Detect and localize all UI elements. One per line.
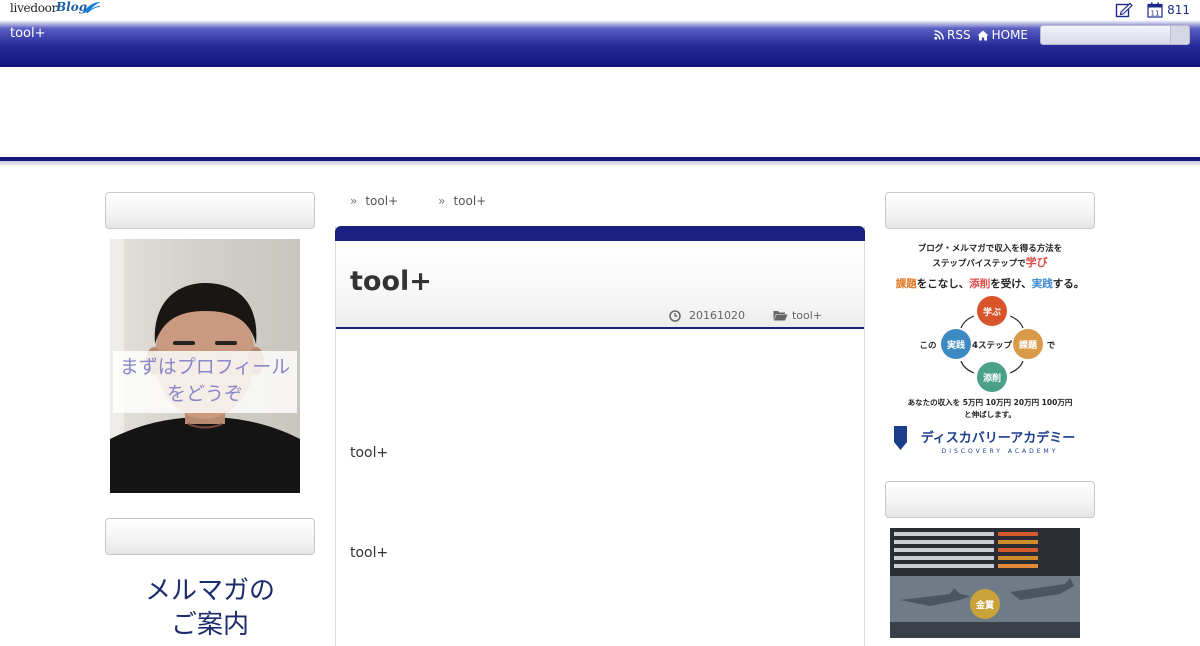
ad-line1: ブログ・メルマガで収入を得る方法を	[918, 243, 1063, 254]
livedoor-logo-text[interactable]: livedoor	[10, 1, 57, 15]
ad-brand-en: DISCOVERY ACADEMY	[942, 448, 1059, 455]
profile-image[interactable]: まずはプロフィール をどうぞ	[110, 239, 300, 493]
search-button[interactable]	[1170, 26, 1189, 44]
breadcrumb-separator: »	[438, 194, 446, 208]
mailmag-banner[interactable]: メルマガの ご案内	[105, 574, 315, 642]
header-nav: RSS HOME	[934, 25, 1190, 45]
rss-link[interactable]: RSS	[934, 28, 971, 42]
breadcrumb: » tool+ » tool+	[350, 194, 526, 208]
ad2-graphic: 金賞	[890, 528, 1080, 638]
ad-line3a: 課題	[896, 277, 917, 290]
visitor-count: 811	[1167, 3, 1190, 17]
article-category[interactable]: tool+	[792, 309, 822, 322]
calendar-day: 11	[1151, 10, 1160, 18]
home-label: HOME	[991, 28, 1028, 42]
livedoor-bar: livedoor Blog 11 811	[0, 0, 1200, 20]
sidebar-widget-header-right	[885, 192, 1095, 229]
article-title[interactable]: tool+	[350, 266, 432, 297]
livedoor-toolbar: 11 811	[1115, 2, 1190, 18]
ad2-badge: 金賞	[975, 599, 994, 611]
ad-line2a: ステップバイステップで	[932, 258, 1026, 269]
article-header: tool+ 20161020 tool+	[336, 241, 864, 329]
rss-icon	[934, 30, 944, 40]
cycle-center: 4ステップ	[972, 340, 1012, 351]
ad-brand: ディスカバリーアカデミー	[921, 430, 1076, 446]
step-left: 実践	[947, 339, 965, 351]
home-link[interactable]: HOME	[977, 28, 1028, 42]
income-line1: あなたの収入を 5万円 10万円 20万円 100万円	[908, 397, 1073, 407]
income-line2: と伸ばします。	[964, 409, 1016, 419]
ad-line3c: 添削	[969, 277, 990, 290]
home-icon	[977, 30, 989, 40]
folder-icon	[773, 311, 788, 321]
profile-caption-line2: をどうぞ	[166, 383, 243, 405]
livedoor-bird-icon	[83, 2, 101, 14]
sidebar-widget-header-right-2	[885, 481, 1095, 518]
sidebar-widget-header	[105, 192, 315, 229]
rss-label: RSS	[947, 28, 971, 42]
ad-line2b: 学び	[1026, 255, 1049, 269]
svg-text:課題をこなし、添削を受け、実践する。: 課題をこなし、添削を受け、実践する。	[896, 277, 1084, 290]
breadcrumb-separator: »	[350, 194, 358, 208]
profile-caption-line1: まずはプロフィール	[119, 356, 291, 378]
article-body-line: tool+	[350, 445, 389, 461]
clock-icon	[669, 309, 681, 322]
cycle-right-word: で	[1047, 341, 1056, 351]
article-body-line: tool+	[350, 545, 389, 561]
article-top-bar	[335, 226, 865, 241]
ad-line3b: をこなし、	[917, 278, 970, 290]
header-divider-shadow	[0, 161, 1200, 167]
edit-post-icon[interactable]	[1115, 2, 1133, 18]
article-date: 20161020	[688, 309, 745, 322]
mailmag-line1: メルマガの	[144, 576, 275, 606]
blog-title[interactable]: tool+	[10, 26, 46, 41]
blog-header: tool+ RSS HOME	[0, 20, 1200, 67]
svg-text:ステップバイステップで学び: ステップバイステップで学び	[932, 255, 1048, 269]
article-meta: 20161020 tool+	[669, 309, 822, 322]
sidebar-widget-header-2	[105, 518, 315, 555]
game-award-ad[interactable]: 金賞	[890, 528, 1080, 638]
cycle-left-word: この	[919, 341, 936, 351]
search-input[interactable]	[1040, 25, 1190, 45]
ad-line3f: する。	[1053, 278, 1085, 290]
ad-line3e: 実践	[1032, 277, 1054, 290]
mailmag-line2: ご案内	[170, 610, 249, 640]
ad-line3d: を受け、	[990, 277, 1031, 290]
step-top: 学ぶ	[983, 306, 1001, 318]
step-right: 課題	[1019, 339, 1038, 351]
article: tool+ 20161020 tool+ tool+ tool+	[335, 226, 865, 646]
calendar-counter[interactable]: 11 811	[1147, 2, 1190, 18]
ad-graphic: ブログ・メルマガで収入を得る方法を ステップバイステップで学び 課題をこなし、添…	[894, 243, 1084, 455]
breadcrumb-item[interactable]: tool+	[453, 194, 486, 208]
step-bottom: 添削	[983, 372, 1001, 384]
breadcrumb-item[interactable]: tool+	[365, 194, 398, 208]
discovery-academy-ad[interactable]: ブログ・メルマガで収入を得る方法を ステップバイステップで学び 課題をこなし、添…	[890, 238, 1090, 456]
profile-caption: まずはプロフィール をどうぞ	[113, 351, 297, 413]
calendar-icon: 11	[1147, 2, 1163, 18]
